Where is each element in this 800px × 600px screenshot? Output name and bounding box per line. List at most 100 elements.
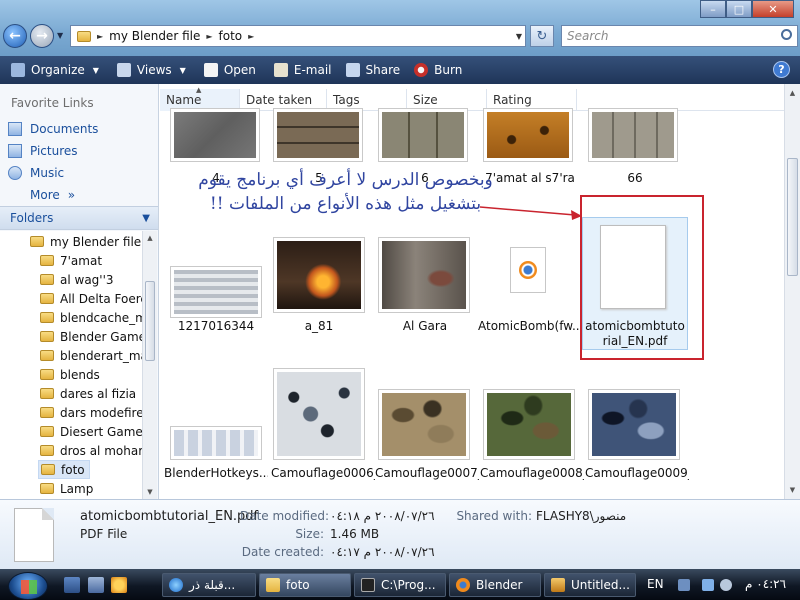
- folders-header[interactable]: Folders ▼: [0, 206, 158, 230]
- favorite-documents[interactable]: Documents: [0, 118, 158, 140]
- scroll-down-icon[interactable]: ▼: [785, 483, 800, 497]
- volume-icon[interactable]: [720, 579, 732, 591]
- taskbar-item-untitled[interactable]: Untitled...: [544, 573, 636, 597]
- more-links[interactable]: More »: [0, 184, 158, 206]
- chevron-right-icon[interactable]: ►: [97, 32, 103, 41]
- envelope-icon: [273, 63, 288, 77]
- scroll-up-icon[interactable]: ▲: [785, 86, 800, 100]
- network-icon[interactable]: [702, 579, 714, 591]
- tree-item-my-blender-file[interactable]: my Blender file: [30, 232, 141, 251]
- tree-item[interactable]: dares al fizia: [40, 384, 136, 403]
- file-thumbnail[interactable]: [588, 108, 678, 162]
- file-thumbnail[interactable]: [170, 108, 260, 162]
- media-player-icon[interactable]: [111, 577, 127, 593]
- title-address-bar: – □ ✕ ← → ▼ ► my Blender file ► foto ► ▼…: [0, 0, 800, 56]
- start-button[interactable]: [8, 572, 48, 600]
- file-thumbnail[interactable]: [483, 237, 575, 313]
- address-dropdown-icon[interactable]: ▼: [516, 32, 522, 41]
- file-name[interactable]: AtomicBomb(fw...: [478, 319, 582, 333]
- back-button[interactable]: ←: [3, 24, 27, 48]
- tree-item[interactable]: dros al mohare: [40, 441, 142, 460]
- taskbar-item-browser[interactable]: قبلة ذر...: [162, 573, 256, 597]
- scroll-up-icon[interactable]: ▲: [143, 231, 157, 245]
- file-name[interactable]: 66: [583, 171, 687, 185]
- tree-item[interactable]: dars modefire: [40, 403, 142, 422]
- email-button[interactable]: E-mail: [271, 59, 335, 81]
- organize-icon: [11, 63, 25, 77]
- folder-icon: [77, 30, 91, 42]
- arrow-right-icon: →: [36, 28, 48, 44]
- file-thumbnail[interactable]: [273, 237, 365, 313]
- chevron-right-icon[interactable]: ►: [248, 32, 254, 41]
- tree-item[interactable]: Diesert Game A: [40, 422, 142, 441]
- forward-button[interactable]: →: [30, 24, 54, 48]
- file-name[interactable]: a_81: [267, 319, 371, 333]
- address-bar[interactable]: ► my Blender file ► foto ► ▼: [70, 25, 526, 47]
- date-modified-label: Date modified:: [240, 509, 330, 523]
- language-indicator[interactable]: EN: [647, 577, 664, 591]
- taskbar-item-cmd[interactable]: C:\Prog...: [354, 573, 446, 597]
- tray-icon[interactable]: [678, 579, 690, 591]
- document-icon: [203, 63, 218, 77]
- taskbar-item-blender[interactable]: Blender: [449, 573, 541, 597]
- clock[interactable]: ٠٤:٢٦ م: [745, 577, 786, 591]
- tree-item[interactable]: al wag''3: [40, 270, 114, 289]
- tree-item[interactable]: Lamp: [40, 479, 93, 498]
- tree-item[interactable]: blenderart_ma: [40, 346, 142, 365]
- show-desktop-icon[interactable]: [64, 577, 80, 593]
- file-thumbnail[interactable]: [378, 108, 468, 162]
- file-thumbnail[interactable]: [378, 389, 470, 460]
- scrollbar-thumb[interactable]: [145, 281, 155, 361]
- file-name[interactable]: BlenderHotkeys...: [164, 466, 268, 480]
- tree-item[interactable]: blends: [40, 365, 100, 384]
- file-name[interactable]: Camouflage0008_S: [480, 466, 584, 480]
- taskbar-item-foto[interactable]: foto: [259, 573, 351, 597]
- file-thumbnail[interactable]: [273, 368, 365, 460]
- views-button[interactable]: Views ▼: [114, 59, 189, 81]
- tree-item[interactable]: Blender Game: [40, 327, 142, 346]
- search-icon[interactable]: [781, 29, 792, 40]
- scroll-down-icon[interactable]: ▼: [143, 485, 157, 499]
- close-button[interactable]: ✕: [752, 0, 794, 18]
- file-thumbnail[interactable]: [483, 389, 575, 460]
- file-name[interactable]: Al Gara: [373, 319, 477, 333]
- file-thumbnail[interactable]: [588, 389, 680, 460]
- folder-icon: [40, 331, 54, 342]
- breadcrumb-my-blender-file[interactable]: my Blender file: [109, 29, 200, 43]
- tree-item-label: blendcache_m: [60, 310, 142, 325]
- file-name[interactable]: Camouflage0009_S: [585, 466, 689, 480]
- file-thumbnail[interactable]: [483, 108, 573, 162]
- breadcrumb-foto[interactable]: foto: [219, 29, 243, 43]
- file-name[interactable]: Camouflage0006_S: [271, 466, 375, 480]
- share-button[interactable]: Share: [343, 59, 404, 81]
- help-button[interactable]: ?: [773, 61, 790, 78]
- tree-item-label: my Blender file: [50, 234, 142, 249]
- organize-button[interactable]: Organize ▼: [8, 59, 102, 81]
- file-thumbnail[interactable]: [273, 108, 363, 162]
- favorite-music[interactable]: Music: [0, 162, 158, 184]
- scrollbar-thumb[interactable]: [787, 158, 798, 276]
- file-thumbnail[interactable]: [170, 426, 262, 460]
- file-thumbnail[interactable]: [378, 237, 470, 313]
- recent-pages-dropdown[interactable]: ▼: [57, 31, 63, 40]
- maximize-button[interactable]: □: [726, 0, 752, 18]
- tree-item[interactable]: All Delta Foerce: [40, 289, 142, 308]
- minimize-button[interactable]: –: [700, 0, 726, 18]
- burn-button[interactable]: Burn: [411, 59, 465, 81]
- folder-icon: [40, 445, 54, 456]
- file-list-scrollbar[interactable]: ▲ ▼: [784, 84, 800, 499]
- tree-item-foto[interactable]: foto: [38, 460, 90, 479]
- chevron-right-icon[interactable]: ►: [206, 32, 212, 41]
- refresh-button[interactable]: ↻: [530, 25, 554, 47]
- tree-item[interactable]: blendcache_m: [40, 308, 142, 327]
- favorite-pictures[interactable]: Pictures: [0, 140, 158, 162]
- search-input[interactable]: Search: [561, 25, 798, 47]
- file-thumbnail[interactable]: [170, 266, 262, 318]
- tree-item[interactable]: 7'amat: [40, 251, 102, 270]
- open-button[interactable]: Open: [201, 59, 259, 81]
- switch-windows-icon[interactable]: [88, 577, 104, 593]
- sort-ascending-icon: ▲: [196, 86, 202, 94]
- file-name[interactable]: Camouflage0007_S: [375, 466, 479, 480]
- folder-tree-scrollbar[interactable]: ▲ ▼: [142, 231, 157, 499]
- file-name[interactable]: 1217016344: [164, 319, 268, 333]
